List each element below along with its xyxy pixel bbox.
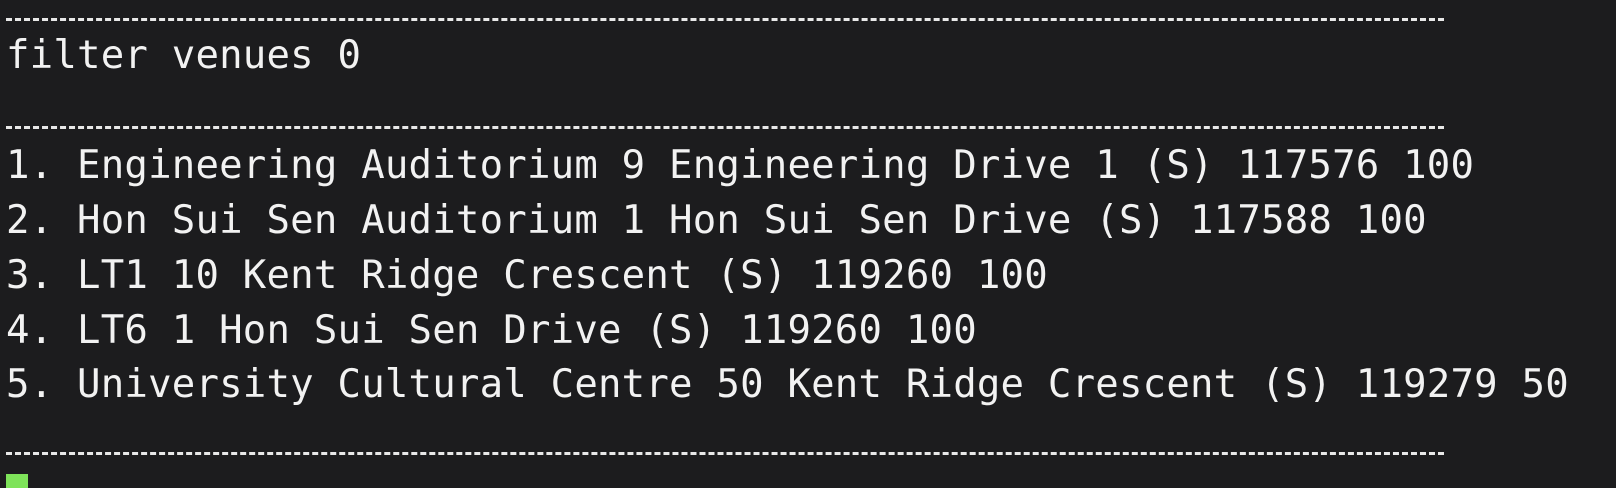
separator-rule-bottom <box>6 452 1444 455</box>
result-line-4: 4. LT6 1 Hon Sui Sen Drive (S) 119260 10… <box>6 308 977 353</box>
terminal-cursor[interactable] <box>6 474 28 488</box>
result-line-1: 1. Engineering Auditorium 9 Engineering … <box>6 143 1475 188</box>
command-line: filter venues 0 <box>6 33 362 78</box>
separator-rule-middle <box>6 126 1444 129</box>
result-line-5: 5. University Cultural Centre 50 Kent Ri… <box>6 362 1569 407</box>
result-line-3: 3. LT1 10 Kent Ridge Crescent (S) 119260… <box>6 253 1048 298</box>
result-line-2: 2. Hon Sui Sen Auditorium 1 Hon Sui Sen … <box>6 198 1427 243</box>
separator-rule-top <box>6 18 1444 21</box>
terminal-window[interactable]: filter venues 0 1. Engineering Auditoriu… <box>0 0 1616 488</box>
